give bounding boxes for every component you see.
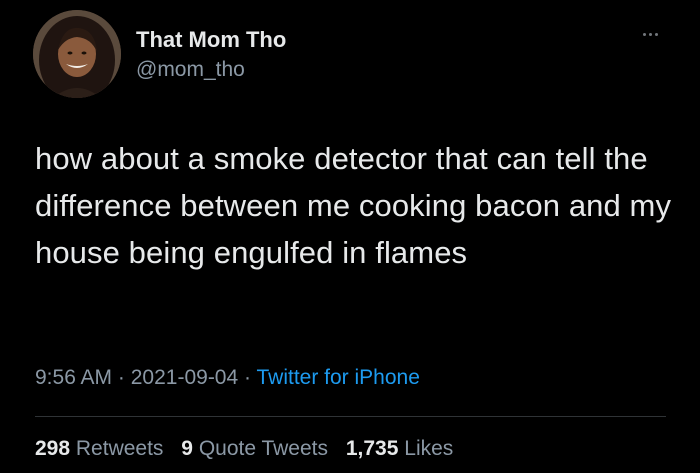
retweets-count: 298 — [35, 437, 71, 460]
engagement-stats: 298 Retweets 9 Quote Tweets 1,735 Likes — [35, 437, 465, 461]
meta-separator: · — [244, 366, 252, 389]
tweet-time[interactable]: 9:56 AM — [35, 366, 112, 389]
tweet-source-link[interactable]: Twitter for iPhone — [256, 366, 419, 389]
meta-separator: · — [117, 366, 125, 389]
quote-tweets-stat[interactable]: 9 Quote Tweets — [181, 437, 334, 460]
author-handle[interactable]: @mom_tho — [136, 58, 245, 82]
tweet-text: how about a smoke detector that can tell… — [35, 141, 672, 270]
tweet-date[interactable]: 2021-09-04 — [131, 366, 238, 389]
more-horizontal-icon — [642, 32, 646, 36]
likes-label: Likes — [404, 437, 454, 460]
tweet-metadata: 9:56 AM · 2021-09-04 · Twitter for iPhon… — [35, 366, 420, 390]
retweets-label: Retweets — [75, 437, 164, 460]
quote-tweets-count: 9 — [181, 437, 193, 460]
likes-stat[interactable]: 1,735 Likes — [346, 437, 453, 460]
more-horizontal-icon-dot — [648, 32, 652, 36]
tweet-card: That Mom Tho @mom_tho how about a smoke … — [0, 0, 700, 473]
avatar[interactable] — [33, 10, 121, 98]
author-display-name[interactable]: That Mom Tho — [136, 27, 286, 53]
quote-tweets-label: Quote Tweets — [198, 437, 329, 460]
divider — [35, 416, 666, 417]
more-options-button[interactable] — [634, 24, 666, 44]
more-horizontal-icon-dot — [654, 32, 658, 36]
retweets-stat[interactable]: 298 Retweets — [35, 437, 169, 460]
likes-count: 1,735 — [345, 437, 399, 460]
profile-photo-icon — [33, 10, 121, 98]
